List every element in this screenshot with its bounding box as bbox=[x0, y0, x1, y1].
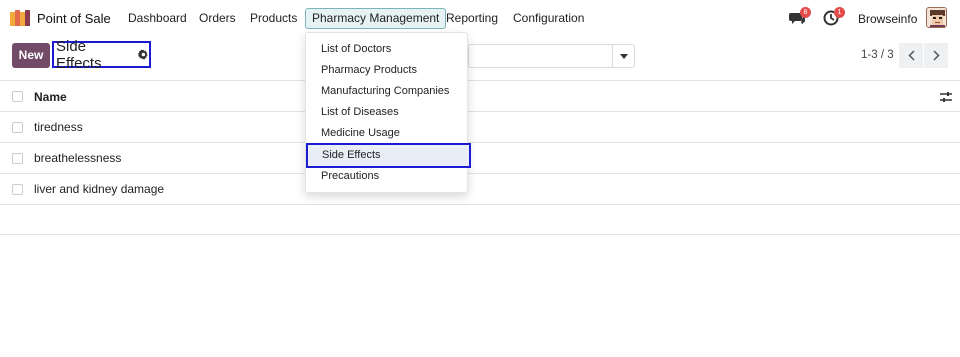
dropdown-item-manufacturing-companies[interactable]: Manufacturing Companies bbox=[306, 81, 469, 102]
activities-button[interactable]: 1 bbox=[823, 7, 845, 26]
page-title: Side Effects bbox=[56, 37, 102, 72]
caret-down-icon bbox=[619, 53, 628, 59]
search-input[interactable] bbox=[468, 44, 635, 68]
pager-previous-button[interactable] bbox=[899, 43, 923, 68]
search-options-toggle[interactable] bbox=[612, 45, 634, 67]
user-name[interactable]: Browseinfo bbox=[858, 12, 917, 26]
messages-badge: 8 bbox=[800, 7, 811, 18]
row-checkbox[interactable] bbox=[12, 153, 23, 164]
activities-badge: 1 bbox=[834, 7, 845, 18]
user-avatar-icon bbox=[927, 8, 946, 27]
menu-reporting[interactable]: Reporting bbox=[440, 8, 504, 29]
dropdown-item-list-of-diseases[interactable]: List of Diseases bbox=[306, 102, 469, 123]
gear-icon[interactable] bbox=[138, 49, 149, 60]
dropdown-item-precautions[interactable]: Precautions bbox=[306, 166, 469, 187]
list-empty-row bbox=[0, 205, 960, 235]
pager-next-button[interactable] bbox=[924, 43, 948, 68]
table-row[interactable]: breathelessness bbox=[0, 143, 960, 174]
menu-dashboard[interactable]: Dashboard bbox=[122, 8, 193, 29]
table-row[interactable]: tiredness bbox=[0, 112, 960, 143]
list-header: Name bbox=[0, 80, 960, 112]
table-row[interactable]: liver and kidney damage bbox=[0, 174, 960, 205]
messages-button[interactable]: 8 bbox=[789, 7, 811, 26]
breadcrumb: Side Effects bbox=[52, 38, 151, 72]
column-header-name[interactable]: Name bbox=[34, 90, 67, 104]
menu-orders[interactable]: Orders bbox=[193, 8, 242, 29]
top-navbar: Point of Sale Dashboard Orders Products … bbox=[0, 0, 960, 36]
dropdown-item-list-of-doctors[interactable]: List of Doctors bbox=[306, 39, 469, 60]
app-name[interactable]: Point of Sale bbox=[37, 11, 111, 26]
sliders-icon[interactable] bbox=[940, 91, 952, 103]
chevron-left-icon bbox=[907, 50, 915, 61]
dropdown-item-side-effects[interactable]: Side Effects bbox=[306, 143, 471, 168]
row-name: liver and kidney damage bbox=[34, 182, 165, 196]
menu-pharmacy-management[interactable]: Pharmacy Management bbox=[305, 8, 447, 29]
list-view: Name tiredness breathelessness liver and… bbox=[0, 80, 960, 235]
pos-app-icon[interactable] bbox=[10, 10, 30, 26]
chevron-right-icon bbox=[932, 50, 940, 61]
pager-value[interactable]: 1-3 / 3 bbox=[861, 49, 894, 61]
row-name: tiredness bbox=[34, 120, 83, 134]
new-button[interactable]: New bbox=[12, 43, 50, 68]
menu-configuration[interactable]: Configuration bbox=[507, 8, 590, 29]
select-all-checkbox[interactable] bbox=[12, 91, 23, 102]
row-checkbox[interactable] bbox=[12, 122, 23, 133]
menu-products[interactable]: Products bbox=[244, 8, 303, 29]
dropdown-item-medicine-usage[interactable]: Medicine Usage bbox=[306, 123, 469, 144]
row-checkbox[interactable] bbox=[12, 184, 23, 195]
pharmacy-management-dropdown: List of Doctors Pharmacy Products Manufa… bbox=[305, 32, 471, 193]
avatar[interactable] bbox=[926, 7, 947, 28]
row-name: breathelessness bbox=[34, 151, 122, 165]
dropdown-item-pharmacy-products[interactable]: Pharmacy Products bbox=[306, 60, 469, 81]
